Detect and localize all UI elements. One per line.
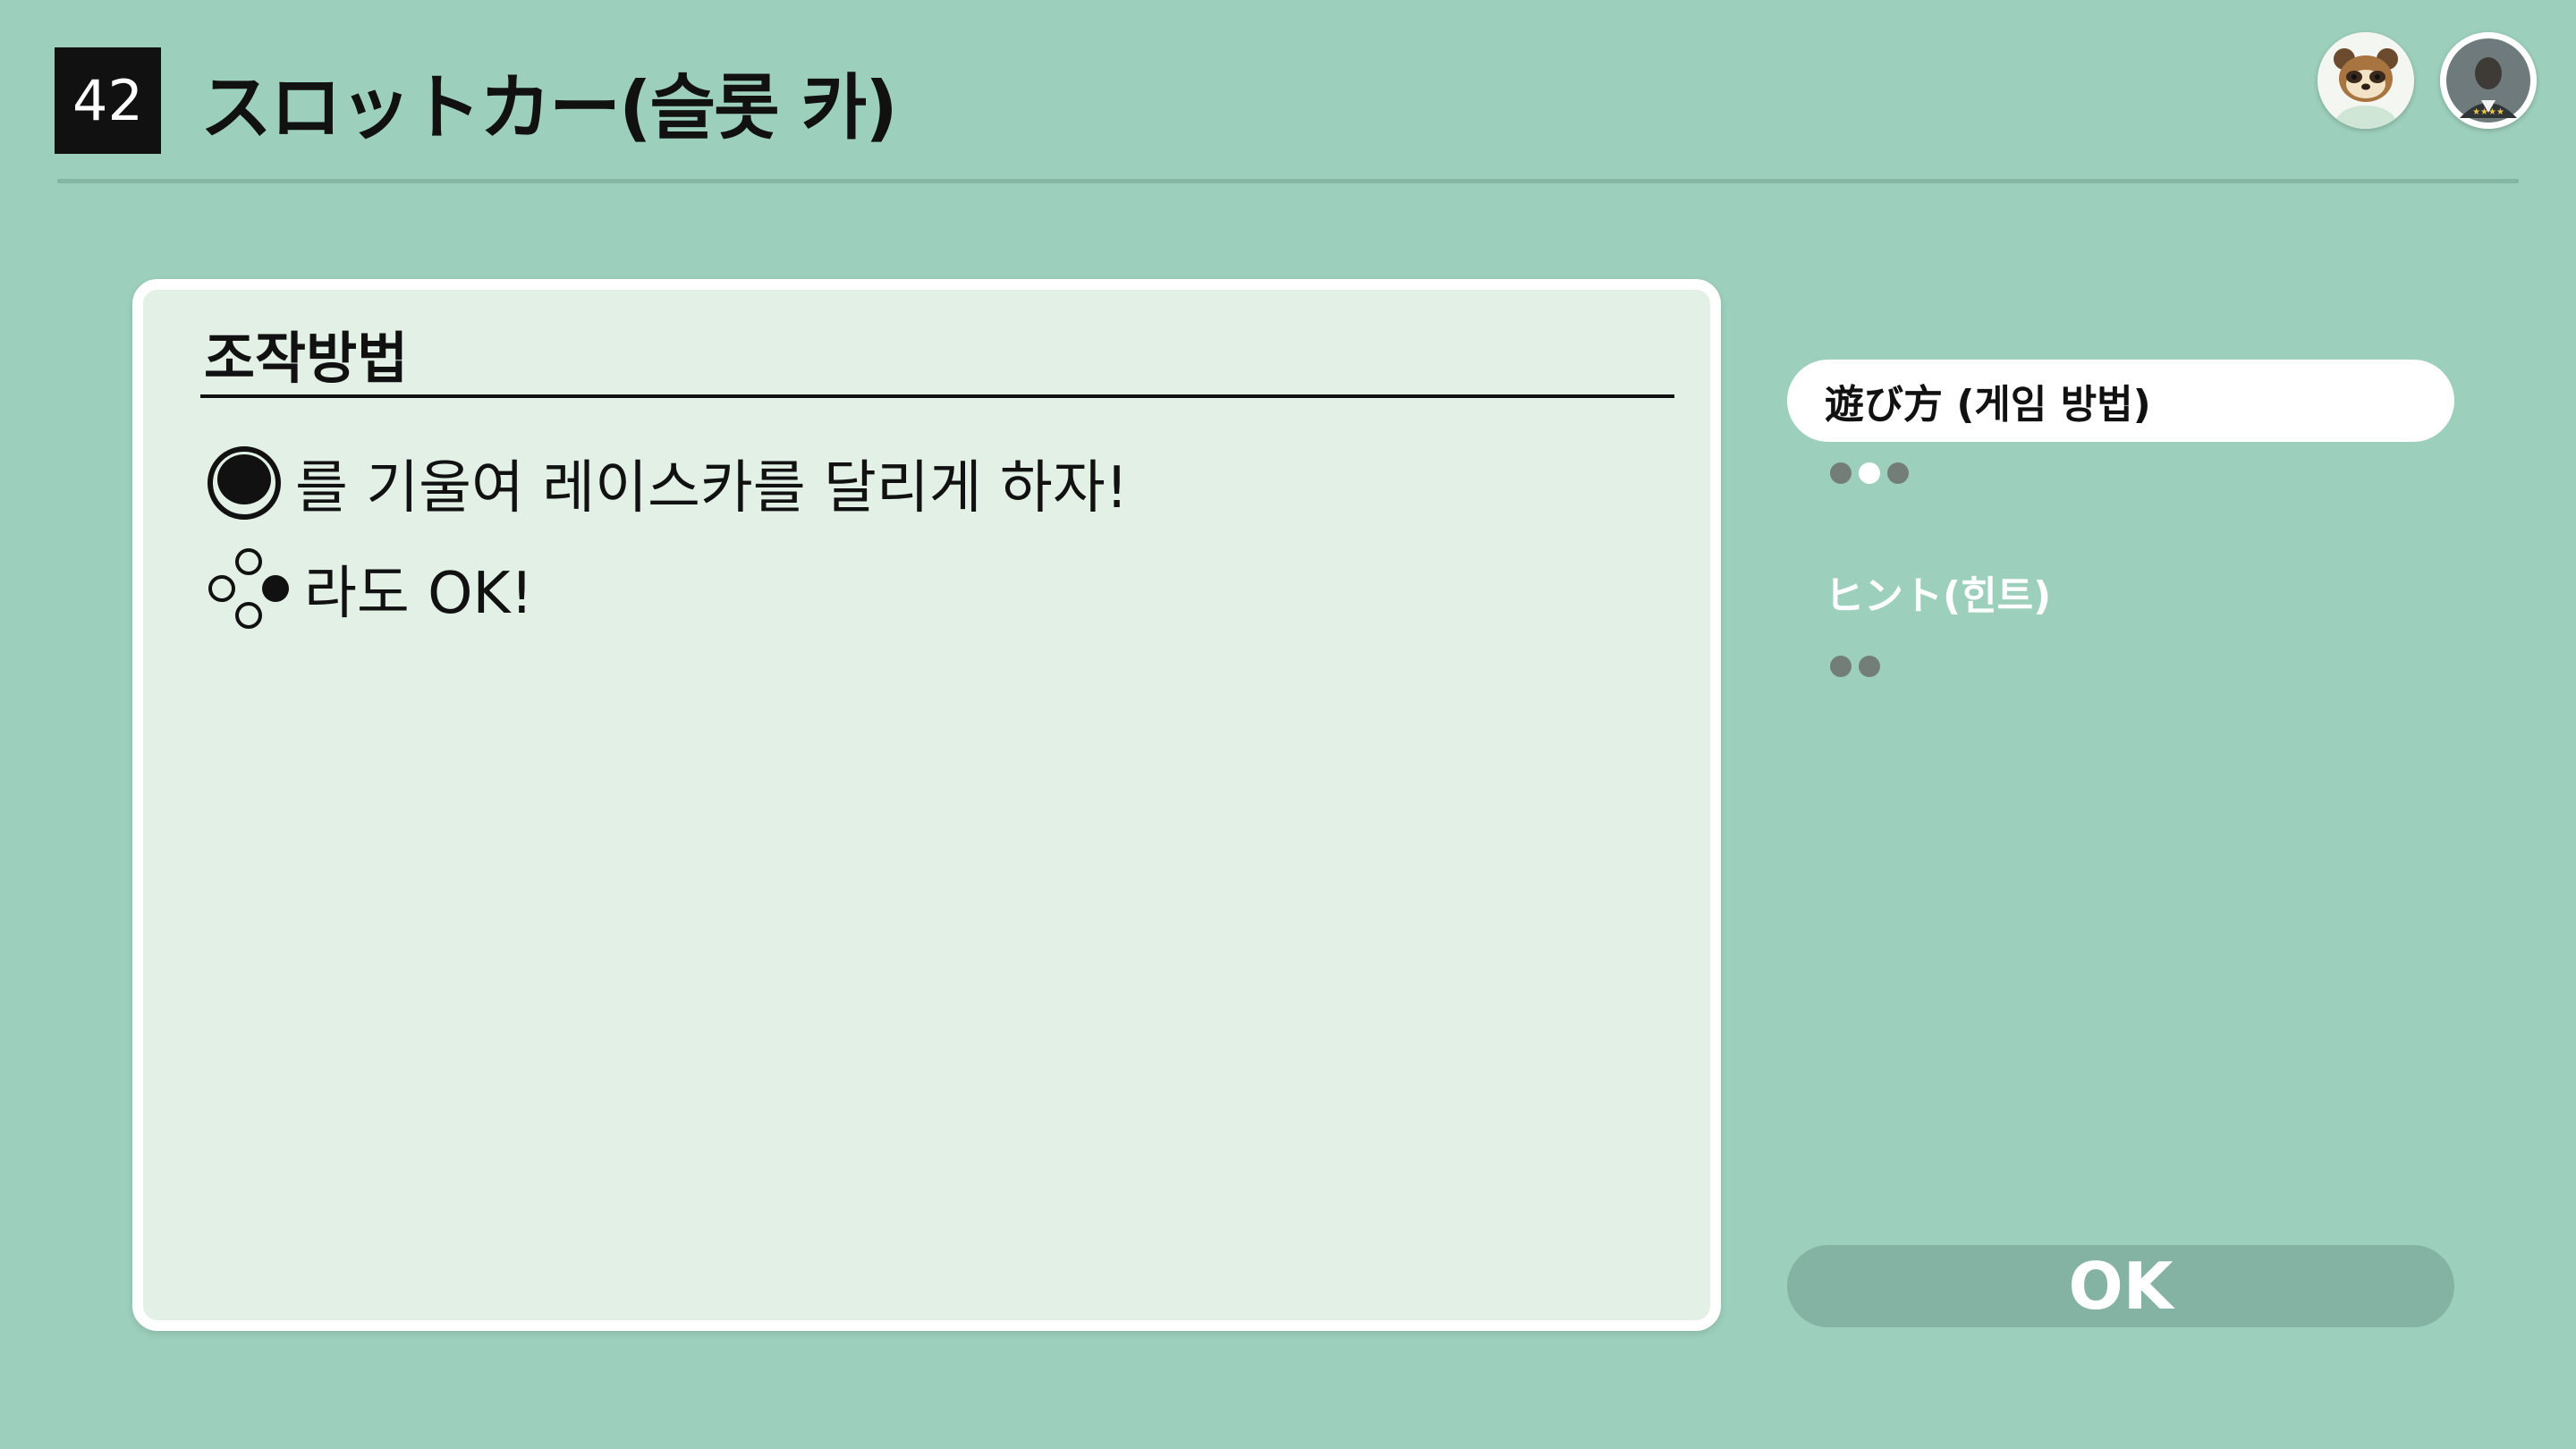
instruction-text-buttons: 라도 OK!: [304, 561, 534, 627]
instruction-text-stick: 를 기울여 레이스카를 달리게 하자!: [295, 455, 1129, 521]
page-dot[interactable]: [1887, 462, 1909, 484]
how-to-play-page-indicator: [1830, 462, 1909, 484]
instructions-panel: 조작방법 를 기울여 레이스카를 달리게 하자! 라도 OK!: [132, 279, 1721, 1331]
raccoon-character-avatar-icon[interactable]: [2318, 32, 2414, 129]
ok-button[interactable]: OK: [1787, 1245, 2454, 1327]
page-dot[interactable]: [1830, 656, 1852, 677]
page-dot[interactable]: [1830, 462, 1852, 484]
page-dot-active[interactable]: [1859, 462, 1880, 484]
panel-heading: 조작방법: [204, 326, 409, 391]
menu-item-hints[interactable]: ヒント(힌트): [1787, 551, 2454, 633]
face-buttons-icon: [208, 548, 289, 629]
hints-page-indicator: [1830, 656, 1880, 677]
instruction-line-stick: 를 기울여 레이스카를 달리게 하자!: [206, 438, 1128, 528]
page-title: スロットカー(슬롯 카): [200, 66, 898, 149]
panel-heading-divider: [200, 394, 1674, 398]
header-divider: [57, 179, 2519, 183]
menu-item-how-to-play[interactable]: 遊び方 (게임 방법): [1787, 360, 2454, 442]
page-dot[interactable]: [1859, 656, 1880, 677]
player-silhouette-avatar-icon[interactable]: ★★★★: [2440, 32, 2537, 129]
game-number-badge: 42: [55, 47, 161, 154]
menu-item-label: ヒント(힌트): [1825, 573, 2052, 619]
menu-item-label: 遊び方 (게임 방법): [1825, 382, 2151, 428]
analog-stick-icon: [208, 446, 281, 520]
svg-text:★★★★: ★★★★: [2472, 107, 2504, 117]
instruction-line-buttons: 라도 OK!: [206, 544, 533, 633]
